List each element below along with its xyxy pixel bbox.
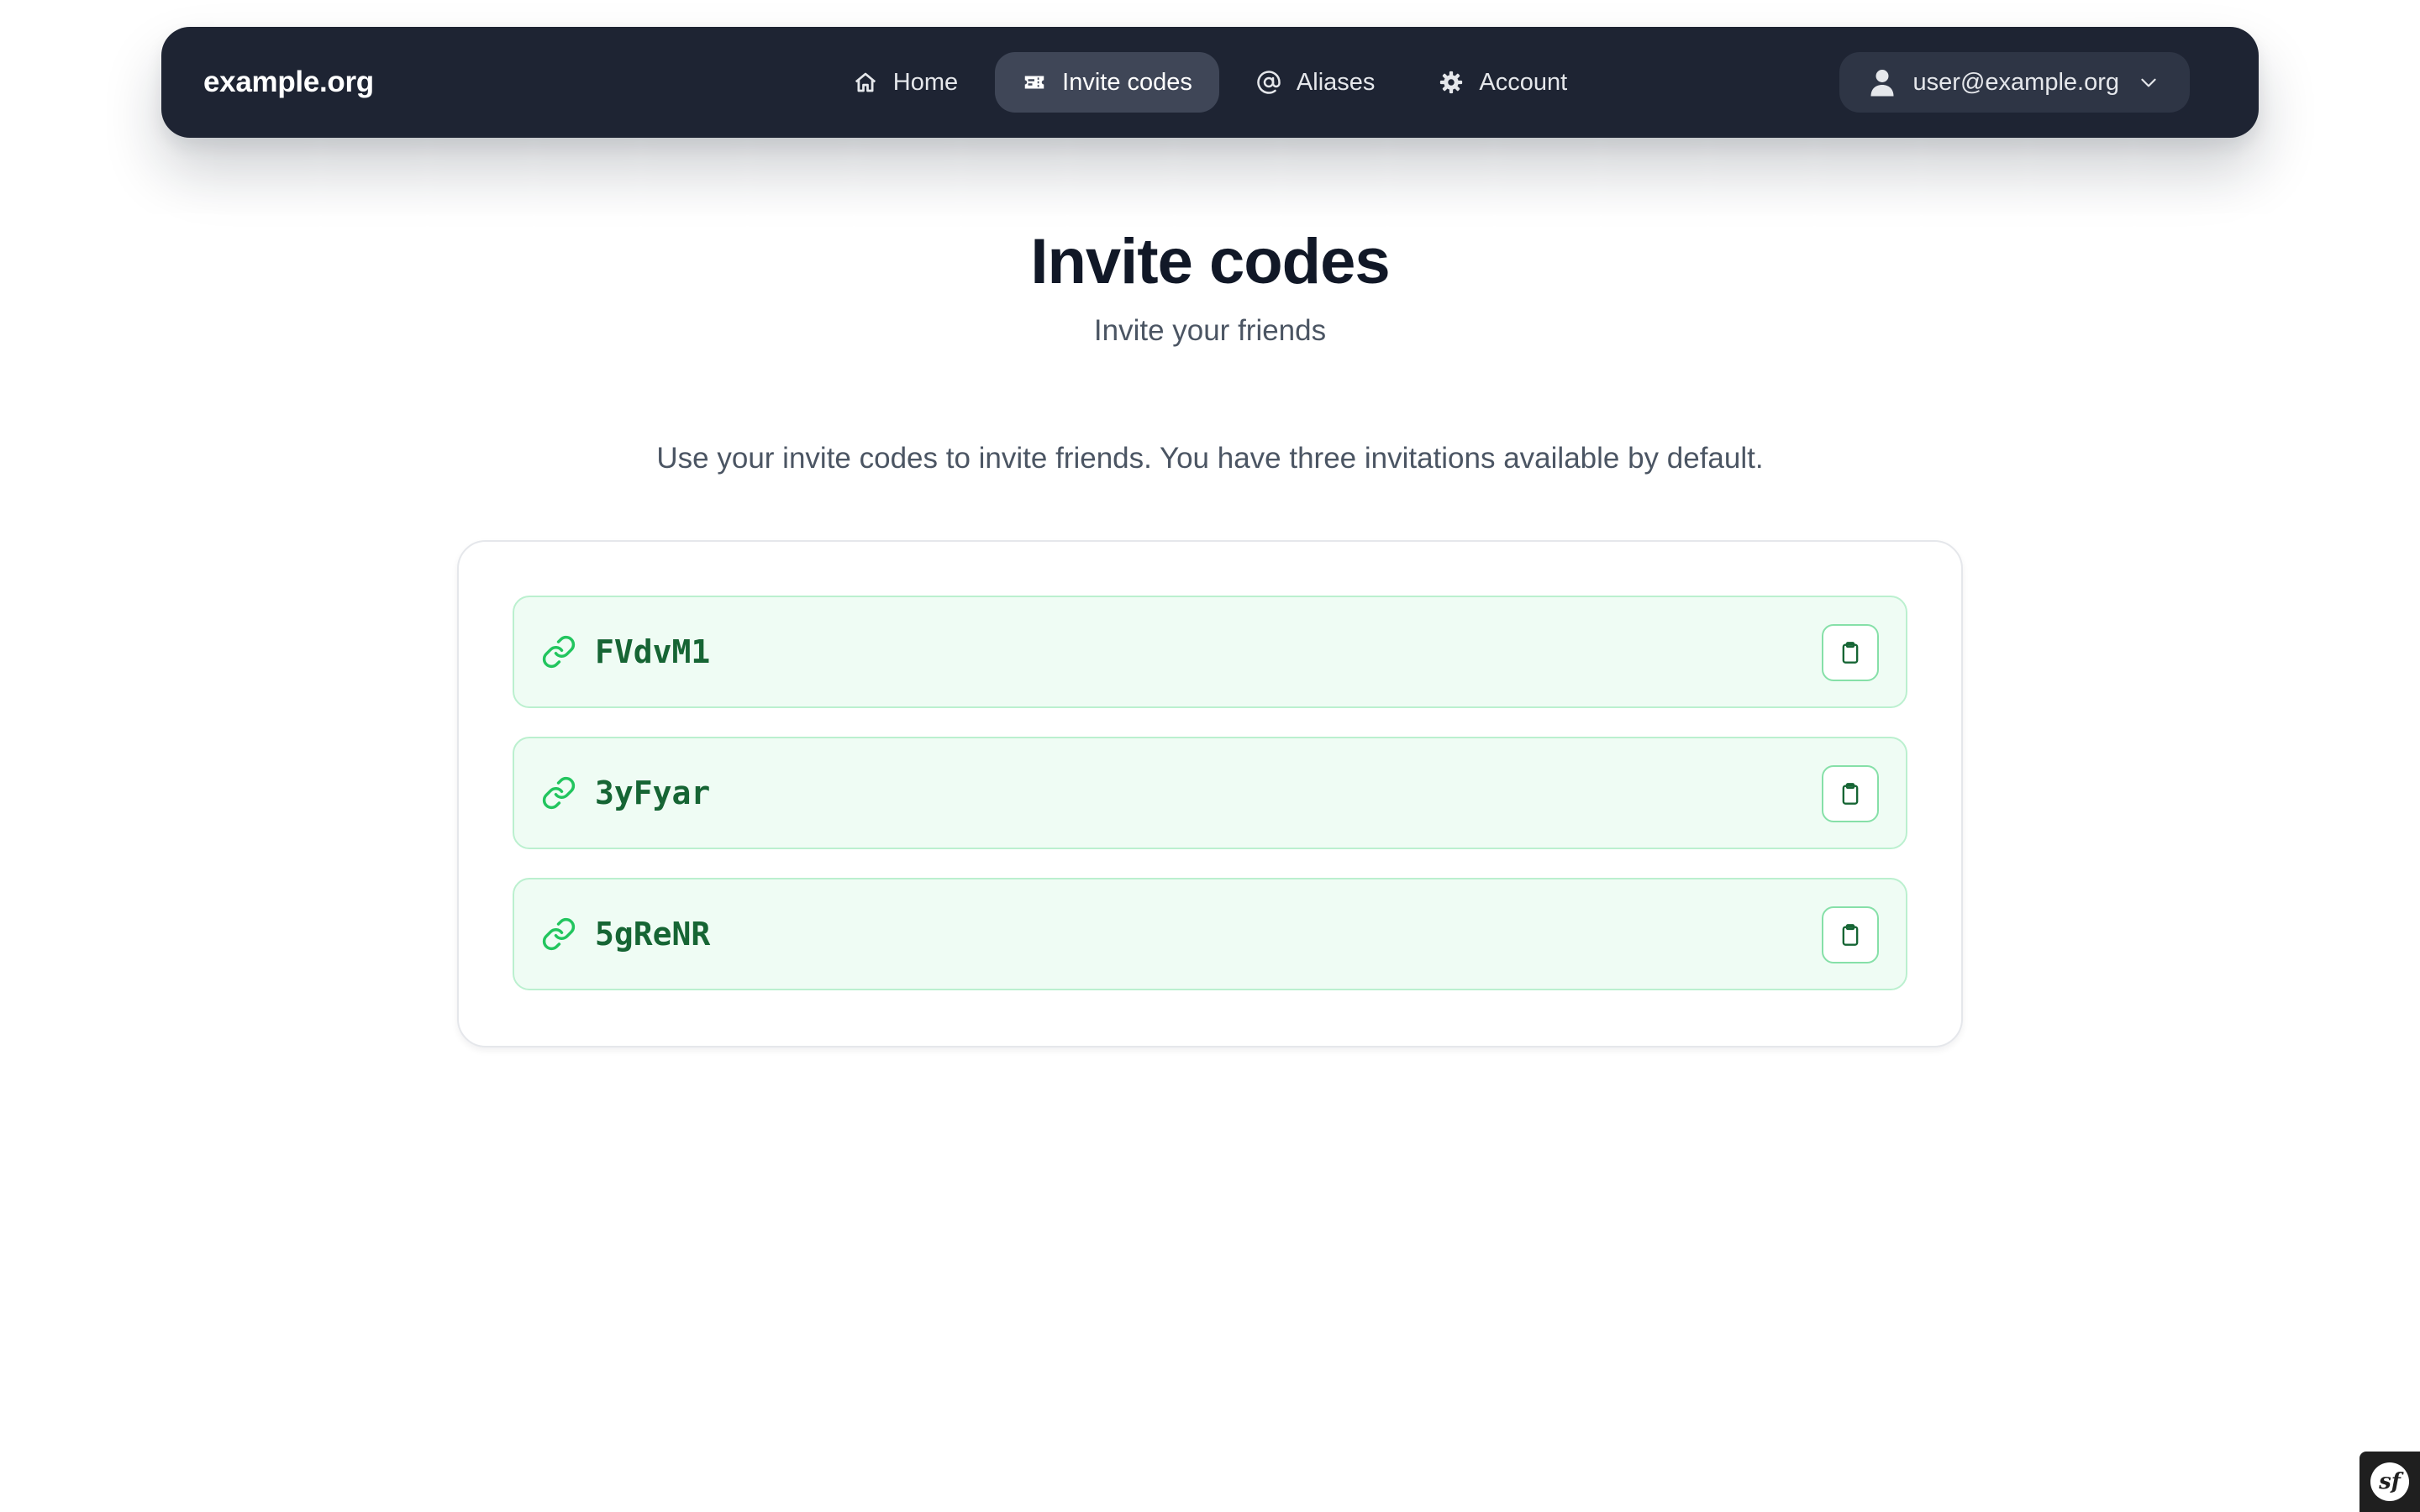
home-icon (855, 72, 876, 92)
at-sign-icon (1257, 71, 1281, 94)
user-icon (1870, 70, 1894, 97)
user-menu-button[interactable]: user@example.org (1839, 52, 2190, 113)
copy-code-button[interactable] (1822, 765, 1879, 822)
copy-code-button[interactable] (1822, 906, 1879, 963)
clipboard-icon (1842, 783, 1859, 805)
page-title: Invite codes (1030, 226, 1390, 297)
link-icon (542, 635, 576, 669)
link-icon (542, 917, 576, 951)
page-description: Use your invite codes to invite friends.… (656, 442, 1764, 475)
clipboard-icon (1842, 924, 1859, 946)
top-navbar: example.org Home Invite codes Aliases Ac… (161, 27, 2259, 138)
nav-item-account[interactable]: Account (1412, 52, 1594, 113)
nav-item-label: Home (892, 68, 959, 96)
page-subtitle: Invite your friends (1093, 314, 1327, 347)
link-icon (542, 776, 576, 810)
gear-icon (1440, 71, 1463, 94)
nav-item-aliases[interactable]: Aliases (1229, 52, 1402, 113)
copy-code-button[interactable] (1822, 624, 1879, 681)
invite-code-row: 3yFyar (513, 737, 1907, 849)
clipboard-icon (1842, 642, 1859, 664)
symfony-debug-toolbar-toggle[interactable]: sf (2360, 1452, 2420, 1512)
nav-item-label: Invite codes (1062, 68, 1192, 96)
user-email: user@example.org (1912, 68, 2119, 96)
invite-codes-card: FVdvM1 3yFyar 5gReNR (457, 540, 1963, 1047)
invite-code-text: 3yFyar (595, 774, 711, 811)
ticket-icon (1024, 76, 1044, 89)
nav-item-label: Account (1479, 68, 1568, 96)
invite-code-row: 5gReNR (513, 878, 1907, 990)
nav-item-home[interactable]: Home (826, 52, 985, 113)
nav-item-invite-codes[interactable]: Invite codes (995, 52, 1219, 113)
invite-code-text: FVdvM1 (595, 633, 711, 670)
symfony-logo-icon: sf (2370, 1462, 2409, 1501)
nav-item-label: Aliases (1296, 68, 1376, 96)
invite-code-row: FVdvM1 (513, 596, 1907, 708)
brand-link[interactable]: example.org (203, 27, 374, 138)
chevron-down-icon (2141, 78, 2156, 87)
invite-code-text: 5gReNR (595, 916, 711, 953)
